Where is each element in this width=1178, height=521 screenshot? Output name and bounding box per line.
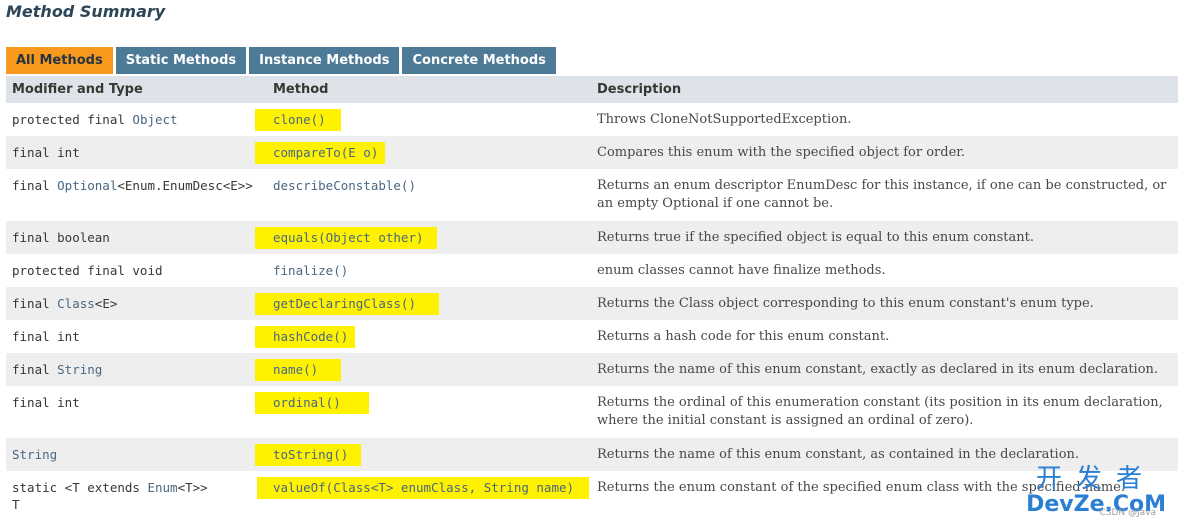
description-text: Returns the Class object corresponding t… [597,296,1094,311]
modifier-cell: final String [12,361,102,378]
modifier-cell: final boolean [12,229,110,246]
modifier-cell: protected final Object [12,111,178,128]
table-row: final Optional<Enum.EnumDesc<E>> describe… [6,169,1178,221]
table-row: final String name() Returns the name of th… [6,353,1178,386]
description-cell: Returns the Class object corresponding t… [597,295,1169,313]
method-link[interactable]: toString() [273,447,348,462]
description-cell: Returns a hash code for this enum consta… [597,328,1169,346]
modifier-cell: static <T extends Enum<T>> T [12,479,208,513]
description-text: Returns true if the specified object is … [597,230,1034,245]
tab-static-methods[interactable]: Static Methods [115,47,247,74]
table-row: final int ordinal() Returns the ordinal of… [6,386,1178,438]
type-link[interactable]: String [12,447,57,462]
method-link[interactable]: compareTo(E o) [273,145,378,160]
table-row: protected final Object clone() Throws Clon… [6,103,1178,136]
method-link[interactable]: ordinal() [273,395,341,410]
method-cell: hashCode() [273,328,348,345]
method-link[interactable]: getDeclaringClass() [273,296,416,311]
modifier-text: protected final [12,112,133,127]
table-row: protected final void finalize() enum class… [6,254,1178,287]
description-text: Returns the name of this enum constant, … [597,362,1159,377]
modifier-cell: final int [12,394,80,411]
modifier-text: final [12,362,58,377]
description-text: Returns an enum descriptor EnumDesc for … [597,178,1167,193]
method-link[interactable]: valueOf(Class<T> enumClass, String name) [273,480,574,495]
method-cell: compareTo(E o) [273,144,378,161]
description-text-line2: an empty Optional if one cannot be. [597,196,834,211]
modifier-cell: String [12,446,57,463]
description-text: Returns a hash code for this enum consta… [597,329,890,344]
page-title: Method Summary [6,2,166,21]
description-text: enum classes cannot have finalize method… [597,263,886,278]
modifier-text: static <T extends [12,480,148,495]
method-link[interactable]: name() [273,362,318,377]
tab-all-methods[interactable]: All Methods [6,47,113,74]
column-header-modifier: Modifier and Type [12,82,143,97]
method-cell: valueOf(Class<T> enumClass, String name) [273,479,574,496]
modifier-suffix: <T>> [177,480,208,495]
type-link[interactable]: String [57,362,102,377]
modifier-text: final [12,178,58,193]
modifier-text: final int [12,329,80,344]
description-text: Compares this enum with the specified ob… [597,145,966,160]
method-cell: getDeclaringClass() [273,295,416,312]
tab-instance-methods[interactable]: Instance Methods [249,47,400,74]
description-text-line2: where the initial constant is assigned a… [597,413,974,428]
type-link[interactable]: Enum [147,480,177,495]
modifier-cell: final Class<E> [12,295,117,312]
modifier-text: final boolean [12,230,110,245]
table-header-row: Modifier and Type Method Description [6,76,1178,103]
table-row: String toString() Returns the name of this… [6,438,1178,471]
method-tabs: All Methods Static Methods Instance Meth… [6,47,559,74]
table-row: final boolean equals(Object other) Returns… [6,221,1178,254]
modifier-cell: protected final void [12,262,163,279]
modifier-text: final int [12,395,80,410]
modifier-cell: final Optional<Enum.EnumDesc<E>> [12,177,253,194]
modifier-line2: T [12,497,20,512]
type-link[interactable]: Object [132,112,177,127]
watermark: CSDN @Java [1099,508,1156,518]
modifier-text: final int [12,145,80,160]
table-row: final int compareTo(E o) Compares this enu… [6,136,1178,169]
method-cell: toString() [273,446,348,463]
method-cell: describeConstable() [273,177,416,194]
modifier-cell: final int [12,328,80,345]
description-cell: Returns an enum descriptor EnumDesc for … [597,177,1169,213]
description-cell: Returns true if the specified object is … [597,229,1169,247]
method-cell: ordinal() [273,394,341,411]
method-link[interactable]: hashCode() [273,329,348,344]
method-cell: name() [273,361,318,378]
column-header-method: Method [273,82,329,97]
type-link[interactable]: Optional [57,178,117,193]
table-row: final int hashCode() Returns a hash code f… [6,320,1178,353]
modifier-text: protected final void [12,263,163,278]
description-cell: Returns the ordinal of this enumeration … [597,394,1169,430]
table-row: static <T extends Enum<T>> TvalueOf(Class… [6,471,1178,519]
method-link[interactable]: describeConstable() [273,178,416,193]
table-row: final Class<E> getDeclaringClass() Returns… [6,287,1178,320]
description-text: Throws CloneNotSupportedException. [597,112,852,127]
method-cell: clone() [273,111,326,128]
method-cell: finalize() [273,262,348,279]
description-text: Returns the ordinal of this enumeration … [597,395,1163,410]
description-cell: Returns the name of this enum constant, … [597,446,1169,464]
modifier-suffix: <Enum.EnumDesc<E>> [117,178,253,193]
description-cell: enum classes cannot have finalize method… [597,262,1169,280]
method-link[interactable]: equals(Object other) [273,230,424,245]
type-link[interactable]: Class [57,296,95,311]
column-header-description: Description [597,82,682,97]
method-link[interactable]: clone() [273,112,326,127]
method-link[interactable]: finalize() [273,263,348,278]
modifier-text: final [12,296,58,311]
method-summary-table: Modifier and Type Method Description pro… [6,76,1178,519]
logo-chinese-text: 开发者 [1036,464,1157,494]
description-cell: Throws CloneNotSupportedException. [597,111,1169,129]
description-text: Returns the name of this enum constant, … [597,447,1080,462]
description-cell: Compares this enum with the specified ob… [597,144,1169,162]
modifier-cell: final int [12,144,80,161]
tab-concrete-methods[interactable]: Concrete Methods [402,47,556,74]
description-cell: Returns the name of this enum constant, … [597,361,1169,379]
modifier-suffix: <E> [94,296,118,311]
method-cell: equals(Object other) [273,229,424,246]
